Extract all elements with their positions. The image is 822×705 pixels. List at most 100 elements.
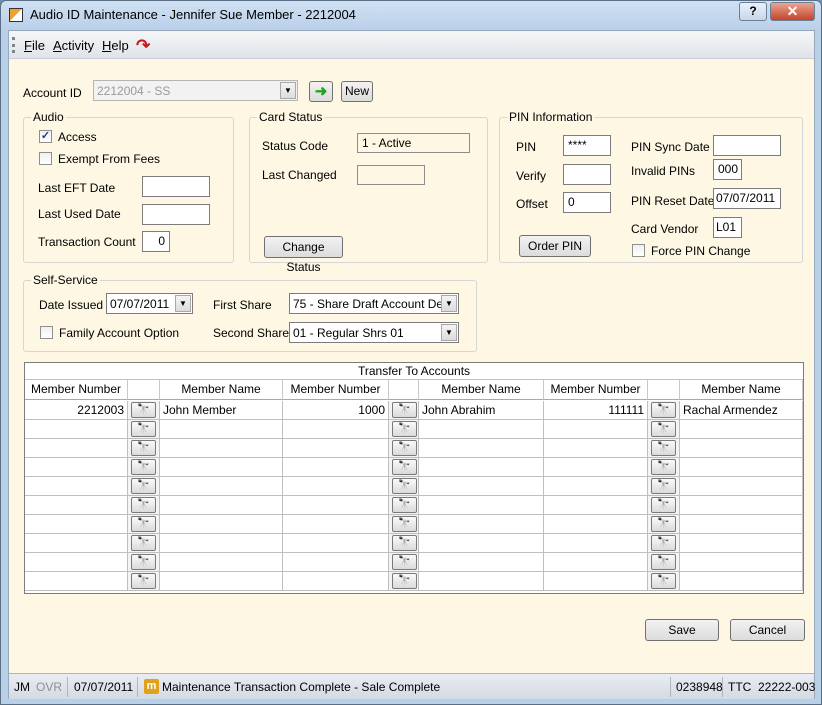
member-number-cell[interactable] xyxy=(25,420,128,439)
member-number-cell[interactable] xyxy=(283,534,389,553)
member-name-cell[interactable] xyxy=(160,477,283,496)
last-eft-date-field[interactable] xyxy=(142,176,210,197)
member-number-cell[interactable] xyxy=(544,515,648,534)
member-number-header[interactable]: Member Number xyxy=(544,380,648,400)
binoculars-icon[interactable]: 🔭 xyxy=(651,421,676,437)
member-name-cell[interactable] xyxy=(419,572,544,591)
member-name-cell[interactable] xyxy=(680,477,803,496)
binoculars-icon[interactable]: 🔭 xyxy=(131,459,156,475)
binoculars-icon[interactable]: 🔭 xyxy=(392,440,417,456)
chevron-down-icon[interactable]: ▼ xyxy=(280,82,296,99)
member-number-cell[interactable] xyxy=(544,477,648,496)
member-name-cell[interactable] xyxy=(160,496,283,515)
member-number-cell[interactable] xyxy=(544,553,648,572)
transaction-count-field[interactable]: 0 xyxy=(142,231,170,252)
binoculars-icon[interactable]: 🔭 xyxy=(392,421,417,437)
family-account-option-checkbox[interactable] xyxy=(40,326,53,339)
binoculars-icon[interactable]: 🔭 xyxy=(392,478,417,494)
member-name-header[interactable]: Member Name xyxy=(419,380,544,400)
member-number-cell[interactable] xyxy=(25,534,128,553)
member-number-cell[interactable] xyxy=(283,496,389,515)
account-id-combo[interactable]: 2212004 - SS ▼ xyxy=(93,80,298,101)
pin-reset-date-field[interactable]: 07/07/2011 xyxy=(713,188,781,209)
binoculars-icon[interactable]: 🔭 xyxy=(651,440,676,456)
member-name-cell[interactable] xyxy=(419,553,544,572)
member-number-cell[interactable] xyxy=(25,477,128,496)
binoculars-icon[interactable]: 🔭 xyxy=(392,535,417,551)
member-number-cell[interactable] xyxy=(25,515,128,534)
member-name-cell[interactable] xyxy=(419,534,544,553)
verify-field[interactable] xyxy=(563,164,611,185)
binoculars-icon[interactable]: 🔭 xyxy=(651,497,676,513)
go-arrow-button[interactable]: ➜ xyxy=(309,81,333,102)
menu-help[interactable]: Help xyxy=(102,38,129,53)
member-name-cell[interactable] xyxy=(419,439,544,458)
second-share-select[interactable]: 01 - Regular Shrs 01 ▼ xyxy=(289,322,459,343)
member-number-cell[interactable] xyxy=(544,496,648,515)
member-number-cell[interactable] xyxy=(544,572,648,591)
member-name-cell[interactable] xyxy=(160,553,283,572)
member-name-cell[interactable] xyxy=(680,439,803,458)
member-number-cell[interactable]: 1000 xyxy=(283,401,389,420)
member-number-cell[interactable] xyxy=(283,420,389,439)
member-name-cell[interactable] xyxy=(680,458,803,477)
binoculars-icon[interactable]: 🔭 xyxy=(651,554,676,570)
member-number-cell[interactable] xyxy=(25,439,128,458)
menu-file[interactable]: File xyxy=(24,38,45,53)
member-name-cell[interactable]: John Abrahim xyxy=(419,401,544,420)
binoculars-icon[interactable]: 🔭 xyxy=(651,573,676,589)
save-button[interactable]: Save xyxy=(645,619,719,641)
member-name-cell[interactable] xyxy=(160,515,283,534)
member-name-cell[interactable] xyxy=(160,572,283,591)
binoculars-icon[interactable]: 🔭 xyxy=(651,478,676,494)
menu-activity[interactable]: Activity xyxy=(53,38,94,53)
binoculars-icon[interactable]: 🔭 xyxy=(392,402,417,418)
member-name-cell[interactable] xyxy=(160,420,283,439)
member-number-cell[interactable] xyxy=(25,572,128,591)
member-number-header[interactable]: Member Number xyxy=(25,380,128,400)
binoculars-icon[interactable]: 🔭 xyxy=(651,402,676,418)
member-number-cell[interactable] xyxy=(283,439,389,458)
member-name-cell[interactable] xyxy=(160,439,283,458)
member-number-cell[interactable] xyxy=(283,477,389,496)
close-button[interactable]: ✕ xyxy=(770,2,815,21)
chevron-down-icon[interactable]: ▼ xyxy=(441,295,457,312)
binoculars-icon[interactable]: 🔭 xyxy=(131,440,156,456)
member-name-cell[interactable]: John Member xyxy=(160,401,283,420)
member-name-cell[interactable] xyxy=(160,534,283,553)
member-number-cell[interactable] xyxy=(544,439,648,458)
pin-sync-date-field[interactable] xyxy=(713,135,781,156)
binoculars-icon[interactable]: 🔭 xyxy=(131,497,156,513)
first-share-select[interactable]: 75 - Share Draft Account De ▼ xyxy=(289,293,459,314)
binoculars-icon[interactable]: 🔭 xyxy=(392,554,417,570)
force-pin-change-checkbox[interactable] xyxy=(632,244,645,257)
binoculars-icon[interactable]: 🔭 xyxy=(131,402,156,418)
member-name-header[interactable]: Member Name xyxy=(160,380,283,400)
binoculars-icon[interactable]: 🔭 xyxy=(651,535,676,551)
cancel-button[interactable]: Cancel xyxy=(730,619,805,641)
binoculars-icon[interactable]: 🔭 xyxy=(392,516,417,532)
help-button[interactable]: ? xyxy=(739,2,767,21)
binoculars-icon[interactable]: 🔭 xyxy=(131,478,156,494)
binoculars-icon[interactable]: 🔭 xyxy=(131,516,156,532)
member-number-cell[interactable] xyxy=(283,515,389,534)
member-number-cell[interactable] xyxy=(25,458,128,477)
member-number-cell[interactable] xyxy=(25,496,128,515)
binoculars-icon[interactable]: 🔭 xyxy=(131,535,156,551)
binoculars-icon[interactable]: 🔭 xyxy=(392,497,417,513)
binoculars-icon[interactable]: 🔭 xyxy=(651,459,676,475)
member-name-cell[interactable] xyxy=(680,515,803,534)
binoculars-icon[interactable]: 🔭 xyxy=(392,573,417,589)
exempt-from-fees-checkbox[interactable] xyxy=(39,152,52,165)
member-number-cell[interactable]: 2212003 xyxy=(25,401,128,420)
member-number-header[interactable]: Member Number xyxy=(283,380,389,400)
member-number-cell[interactable] xyxy=(283,553,389,572)
member-name-cell[interactable] xyxy=(419,420,544,439)
member-name-cell[interactable] xyxy=(419,458,544,477)
member-name-cell[interactable] xyxy=(680,420,803,439)
binoculars-icon[interactable]: 🔭 xyxy=(651,516,676,532)
binoculars-icon[interactable]: 🔭 xyxy=(131,554,156,570)
member-number-cell[interactable] xyxy=(283,458,389,477)
member-name-cell[interactable] xyxy=(680,572,803,591)
member-name-cell[interactable] xyxy=(419,515,544,534)
